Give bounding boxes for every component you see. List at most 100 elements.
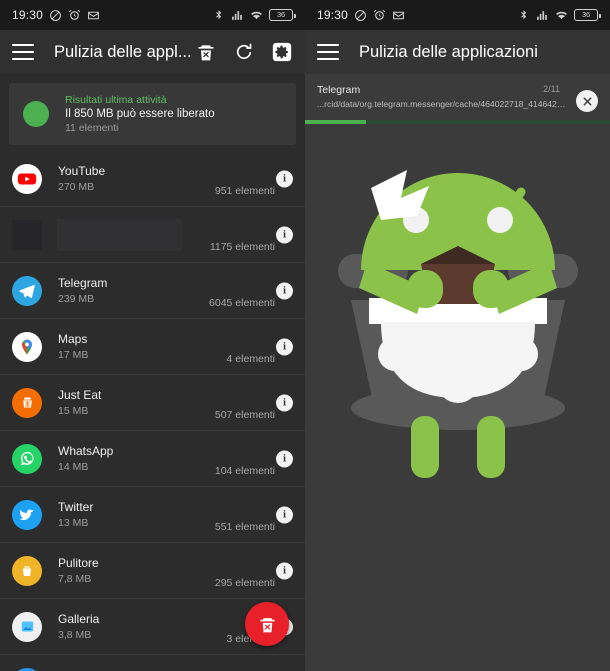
info-icon[interactable]: i xyxy=(276,170,293,187)
app-size: 270 MB xyxy=(58,181,95,193)
dual-screenshot-container: 19:30 36 Pulizia delle appl... Risultati… xyxy=(0,0,610,671)
wifi-icon xyxy=(555,9,568,22)
signal-icon xyxy=(231,9,244,22)
app-text: WhatsApp 14 MB xyxy=(58,444,113,473)
app-item-count: 507 elementi xyxy=(214,409,275,421)
summary-text: Risultati ultima attività Il 850 MB può … xyxy=(65,94,215,134)
android-maid-mascot xyxy=(305,150,610,490)
summary-main: Il 850 MB può essere liberato xyxy=(65,108,215,120)
table-row[interactable]: Twitter 13 MB 551 elementi i xyxy=(0,487,305,543)
bluetooth-icon xyxy=(212,9,225,22)
table-row[interactable]: Maps 17 MB 4 elementi i xyxy=(0,319,305,375)
clean-fab[interactable] xyxy=(245,602,289,646)
app-name: Galleria xyxy=(58,612,100,626)
censor-overlay xyxy=(57,219,182,251)
maps-icon xyxy=(12,331,42,362)
table-row[interactable]: Pulitore 7,8 MB 295 elementi i xyxy=(0,543,305,599)
censored-icon xyxy=(12,219,42,250)
info-icon[interactable]: i xyxy=(276,562,293,579)
progress-file-path: ...rcid/data/org.telegram.messenger/cach… xyxy=(317,99,567,109)
info-icon[interactable]: i xyxy=(276,506,293,523)
justeat-icon xyxy=(12,387,42,418)
cleaning-progress-panel: Telegram ...rcid/data/org.telegram.messe… xyxy=(305,74,610,120)
app-size: 15 MB xyxy=(58,405,89,417)
summary-sub: 11 elementi xyxy=(65,122,119,134)
table-row[interactable]: 1175 elementi i xyxy=(0,207,305,263)
app-text: Maps 17 MB xyxy=(58,332,88,361)
app-list: YouTube 270 MB 951 elementi i 1175 eleme… xyxy=(0,151,305,671)
app-item-count: 551 elementi xyxy=(214,521,275,533)
toolbar-actions xyxy=(195,41,293,63)
table-row[interactable]: Just Eat 15 MB 507 elementi i xyxy=(0,375,305,431)
docviewer-icon xyxy=(12,667,42,671)
status-bar-left-group: 19:30 xyxy=(12,8,100,22)
info-icon[interactable]: i xyxy=(276,450,293,467)
table-row[interactable]: Visualizzatore di documenti Mi (Powered … xyxy=(0,655,305,671)
app-text: Twitter 13 MB xyxy=(58,500,93,529)
whatsapp-icon xyxy=(12,443,42,474)
hamburger-menu-icon[interactable] xyxy=(12,44,34,60)
bluetooth-icon xyxy=(517,9,530,22)
app-text: Pulitore 7,8 MB xyxy=(58,556,99,585)
status-bar-right: 19:30 36 xyxy=(305,0,610,30)
battery-level: 36 xyxy=(582,10,590,20)
toolbar-left: Pulizia delle appl... xyxy=(0,30,305,74)
app-name: YouTube xyxy=(58,164,106,178)
alarm-icon xyxy=(68,9,81,22)
mail-icon xyxy=(87,9,100,22)
app-name: Twitter xyxy=(58,500,94,514)
app-size: 13 MB xyxy=(58,517,89,529)
app-item-count: 104 elementi xyxy=(214,465,275,477)
info-icon[interactable]: i xyxy=(276,394,293,411)
info-icon[interactable]: i xyxy=(276,226,293,243)
mail-icon xyxy=(392,9,405,22)
refresh-icon[interactable] xyxy=(233,41,255,63)
app-item-count: 951 elementi xyxy=(214,185,275,197)
telegram-icon xyxy=(12,275,42,306)
table-row[interactable]: WhatsApp 14 MB 104 elementi i xyxy=(0,431,305,487)
table-row[interactable]: YouTube 270 MB 951 elementi i xyxy=(0,151,305,207)
summary-card[interactable]: Risultati ultima attività Il 850 MB può … xyxy=(9,83,296,145)
dnd-icon xyxy=(354,9,367,22)
app-item-count: 6045 elementi xyxy=(209,297,275,309)
app-text: Galleria 3,8 MB xyxy=(58,612,99,641)
app-text: YouTube 270 MB xyxy=(58,164,105,193)
app-item-count: 295 elementi xyxy=(214,577,275,589)
progress-bar xyxy=(305,120,610,124)
status-bar-right-group: 36 xyxy=(212,9,297,22)
app-size: 3,8 MB xyxy=(58,629,92,641)
close-icon[interactable] xyxy=(576,90,598,112)
battery-icon: 36 xyxy=(269,9,297,21)
status-bar-left: 19:30 36 xyxy=(0,0,305,30)
info-icon[interactable]: i xyxy=(276,282,293,299)
info-icon[interactable]: i xyxy=(276,338,293,355)
wifi-icon xyxy=(250,9,263,22)
alarm-icon xyxy=(373,9,386,22)
cleaner-icon xyxy=(12,555,42,586)
dnd-icon xyxy=(49,9,62,22)
app-item-count: 1175 elementi xyxy=(209,241,275,253)
page-title: Pulizia delle applicazioni xyxy=(359,42,538,61)
app-name: Just Eat xyxy=(58,388,102,402)
twitter-icon xyxy=(12,499,42,530)
delete-cache-icon[interactable] xyxy=(195,41,217,63)
battery-level: 36 xyxy=(277,10,285,20)
status-bar-right-group: 36 xyxy=(517,9,602,22)
left-phone-screen: 19:30 36 Pulizia delle appl... Risultati… xyxy=(0,0,305,671)
app-size: 239 MB xyxy=(58,293,95,305)
status-dot-icon xyxy=(23,101,49,127)
status-bar-left-group: 19:30 xyxy=(317,8,405,22)
table-row[interactable]: Telegram 239 MB 6045 elementi i xyxy=(0,263,305,319)
hamburger-menu-icon[interactable] xyxy=(317,44,339,60)
app-text: Telegram 239 MB xyxy=(58,276,107,305)
page-title: Pulizia delle appl... xyxy=(54,42,192,61)
summary-title: Risultati ultima attività xyxy=(65,94,167,106)
right-phone-screen: 19:30 36 Pulizia delle applicazioni Tele… xyxy=(305,0,610,671)
status-time: 19:30 xyxy=(12,8,44,22)
status-time: 19:30 xyxy=(317,8,349,22)
settings-icon[interactable] xyxy=(271,41,293,63)
app-name: Telegram xyxy=(58,276,108,290)
progress-bar-fill xyxy=(305,120,366,124)
youtube-icon xyxy=(12,163,42,194)
app-text: Just Eat 15 MB xyxy=(58,388,101,417)
